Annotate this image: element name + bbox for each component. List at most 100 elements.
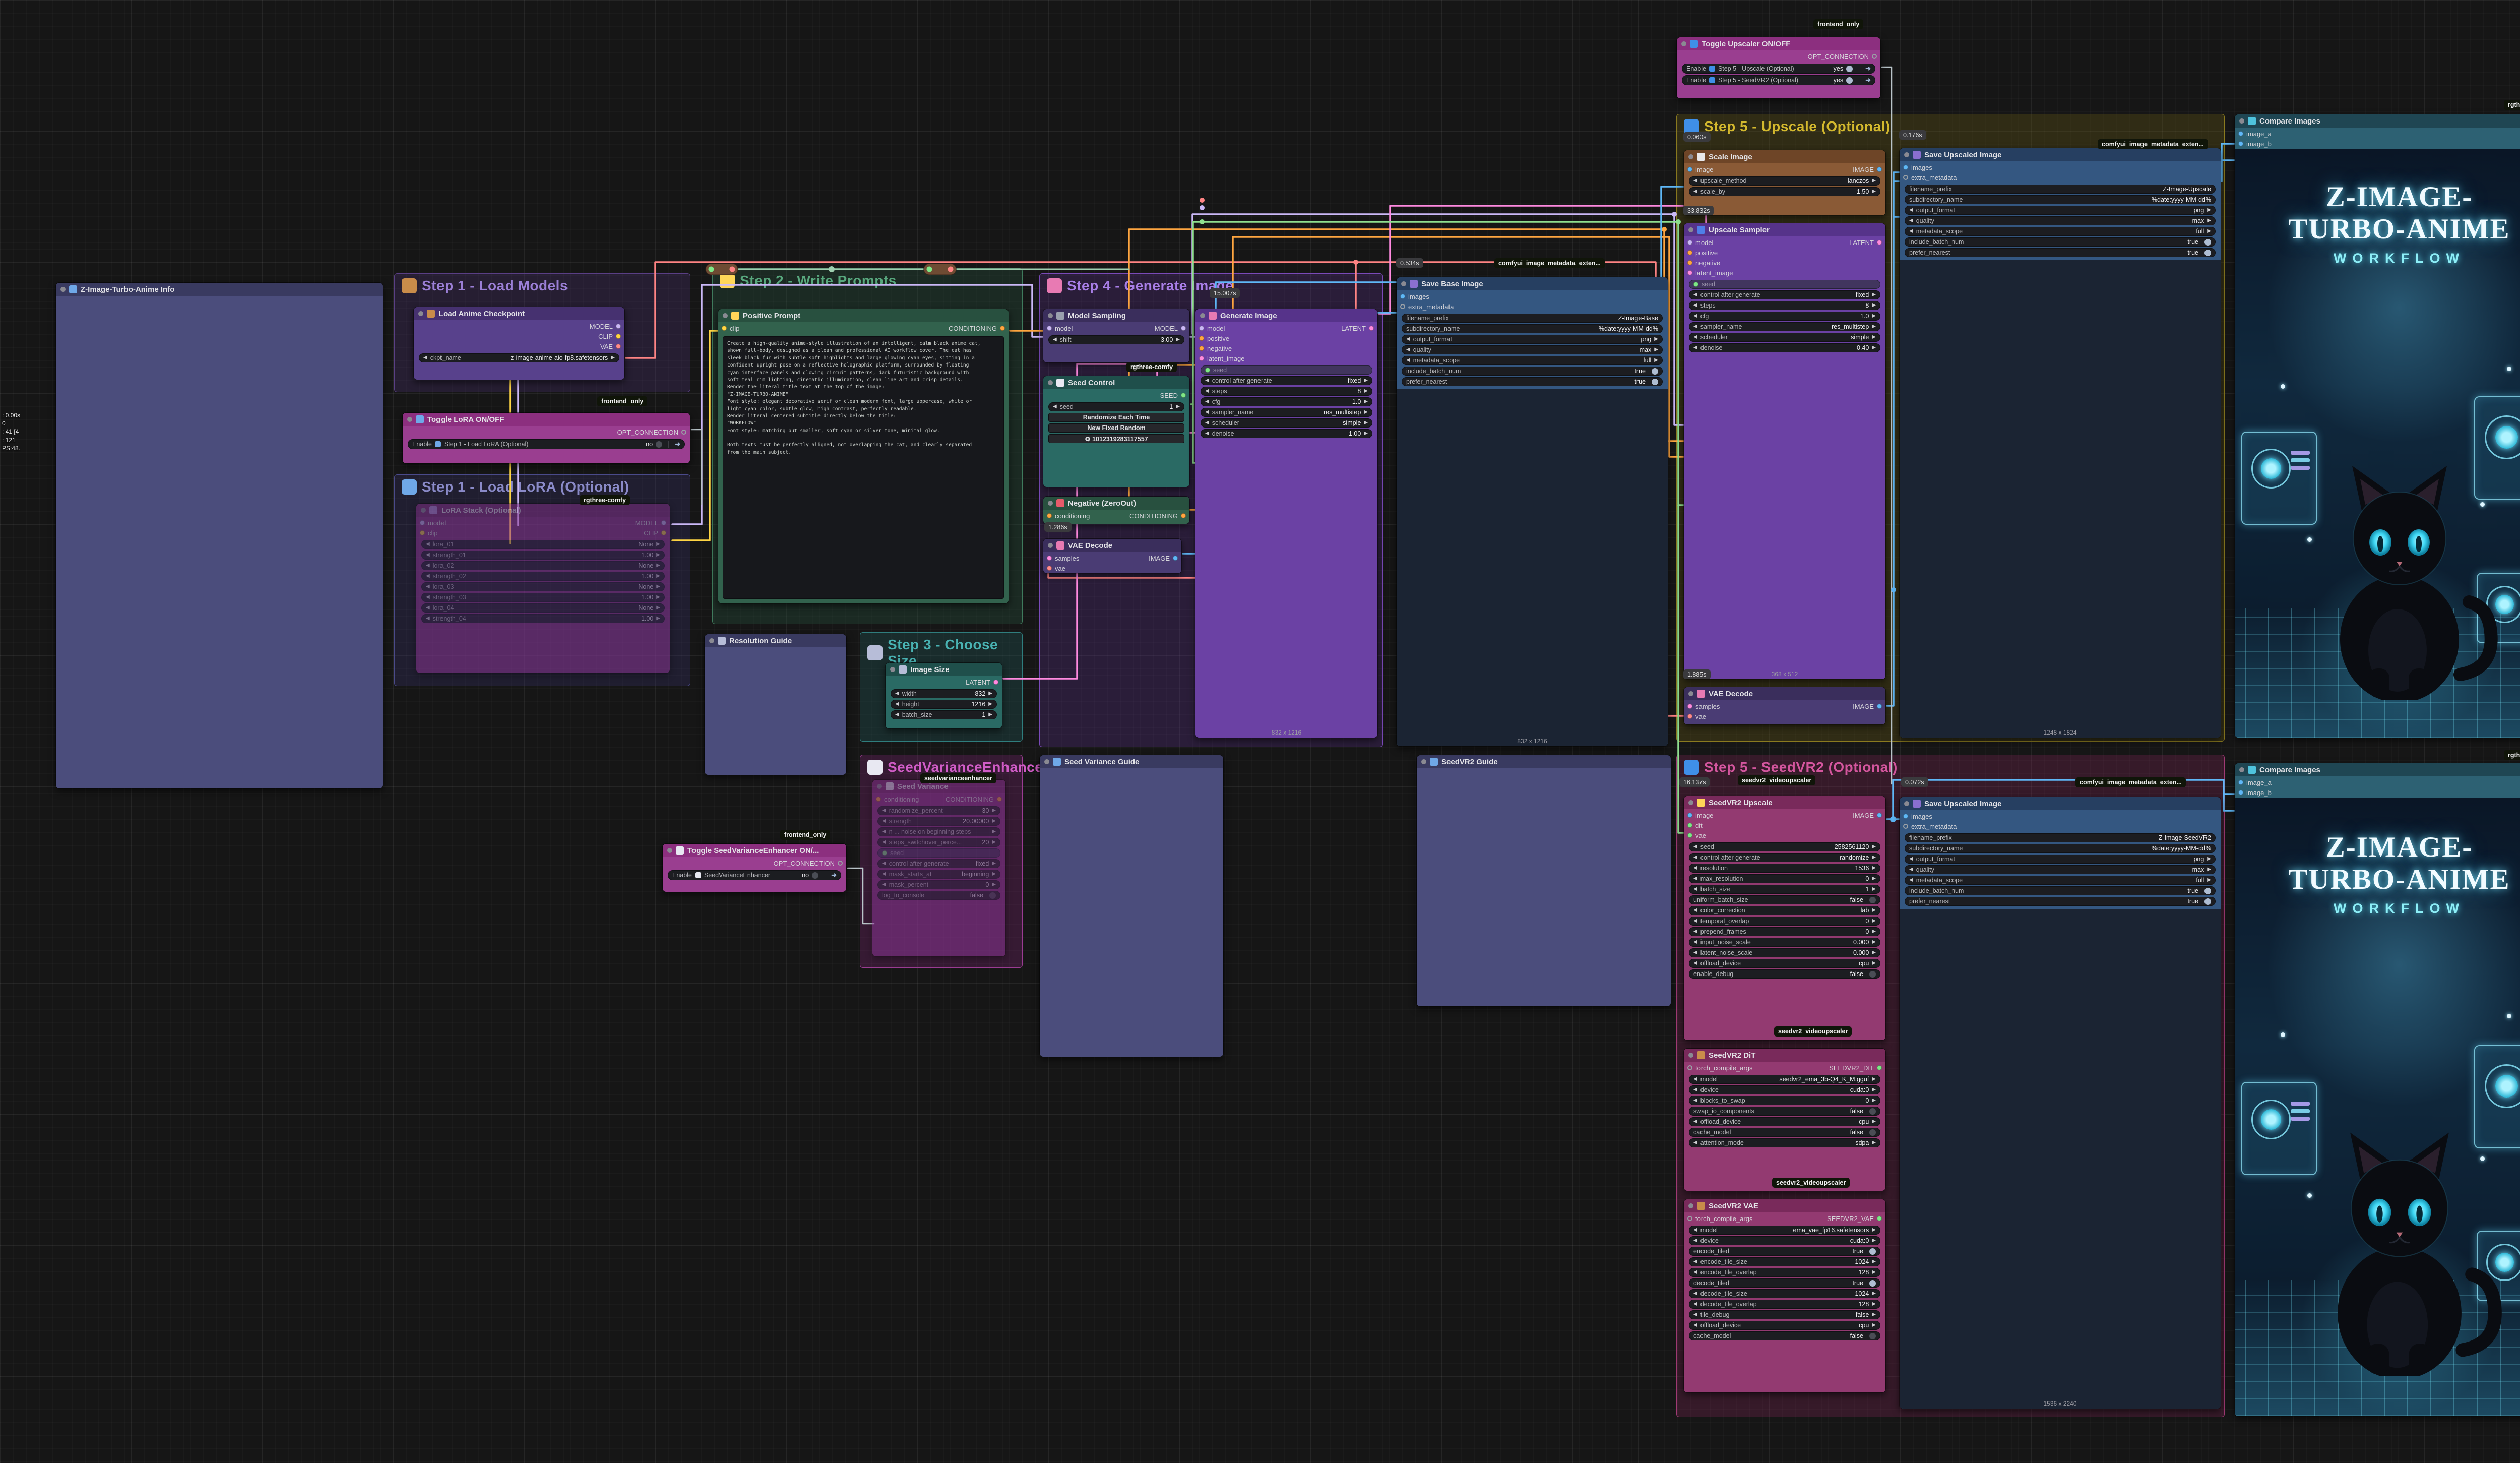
toggle-dot[interactable] [1846,77,1853,84]
increment-arrow[interactable]: ▶ [2207,867,2211,872]
decrement-arrow[interactable]: ◀ [1693,345,1697,350]
port-dot[interactable] [1693,282,1698,287]
node-toggle-upscaler[interactable]: Toggle Upscaler ON/OFFOPT_CONNECTIONEnab… [1676,37,1881,99]
port-dot[interactable] [1181,513,1186,518]
output-port-conditioning[interactable]: CONDITIONING [949,325,1005,332]
increment-arrow[interactable]: ▶ [1872,292,1876,297]
collapse-dot[interactable] [1904,152,1909,157]
port-dot[interactable] [1400,304,1405,309]
port-dot[interactable] [1687,240,1692,245]
node-lora-stack[interactable]: LoRA Stack (Optional)modelMODELclipCLIP◀… [416,503,670,674]
increment-arrow[interactable]: ▶ [1872,178,1876,184]
widget-seed[interactable]: ◀seed-1▶ [1048,402,1184,411]
widget-mask-percent[interactable]: ◀mask_percent0▶ [877,880,1000,889]
input-port-model[interactable]: model [1687,239,1713,247]
port-dot[interactable] [1687,813,1692,818]
widget-steps[interactable]: ◀steps8▶ [1201,387,1372,396]
collapse-dot[interactable] [60,287,66,292]
node-compare-images-bottom[interactable]: Compare Imagesimage_aimage_b Z-IMAGE- TU… [2234,763,2520,1417]
decrement-arrow[interactable]: ◀ [1693,940,1697,945]
input-port-vae[interactable]: vae [1047,565,1065,572]
increment-arrow[interactable]: ▶ [1872,345,1876,350]
widget-control-after-generate[interactable]: ◀control after generatefixed▶ [1689,290,1880,299]
decrement-arrow[interactable]: ◀ [1693,950,1697,955]
toggle-dot[interactable] [2204,888,2211,894]
widget-denoise[interactable]: ◀denoise0.40▶ [1689,343,1880,352]
widget-resolution[interactable]: ◀resolution1536▶ [1689,864,1880,873]
node-seedvr2-dit[interactable]: SeedVR2 DiTtorch_compile_argsSEEDVR2_DIT… [1683,1048,1886,1191]
jump-to-group-arrow[interactable]: ➜ [675,440,680,448]
input-port-images[interactable]: images [1903,164,1932,171]
increment-arrow[interactable]: ▶ [1872,1323,1876,1328]
output-port-seed[interactable]: SEED [1160,392,1186,399]
widget-attention-mode[interactable]: ◀attention_modesdpa▶ [1689,1138,1880,1147]
collapse-dot[interactable] [1904,801,1909,806]
port-dot[interactable] [1903,165,1908,170]
decrement-arrow[interactable]: ◀ [1693,1228,1697,1233]
decrement-arrow[interactable]: ◀ [1909,857,1913,862]
jump-to-group-arrow[interactable]: ➜ [831,871,837,879]
node-model-sampling[interactable]: Model SamplingmodelMODEL◀shift3.00▶ [1043,309,1190,363]
input-port-image-a[interactable]: image_a [2238,130,2272,138]
widget-seed[interactable]: ◀seed2582561120▶ [1689,842,1880,851]
widget-model[interactable]: ◀modelema_vae_fp16.safetensors▶ [1689,1226,1880,1235]
toggle-dot[interactable] [1869,1333,1876,1339]
port-dot[interactable] [2238,790,2243,795]
decrement-arrow[interactable]: ◀ [426,595,430,600]
increment-arrow[interactable]: ▶ [656,574,660,579]
decrement-arrow[interactable]: ◀ [1693,1270,1697,1275]
output-port-latent[interactable]: LATENT [966,679,998,686]
widget-prepend-frames[interactable]: ◀prepend_frames0▶ [1689,927,1880,936]
widget-decode-tile-overlap[interactable]: ◀decode_tile_overlap128▶ [1689,1300,1880,1309]
node-positive-prompt[interactable]: Positive PromptclipCONDITIONINGCreate a … [718,309,1009,604]
input-port-torch-compile-args[interactable]: torch_compile_args [1687,1215,1752,1223]
increment-arrow[interactable]: ▶ [2207,857,2211,862]
decrement-arrow[interactable]: ◀ [426,584,430,589]
output-port-conditioning[interactable]: CONDITIONING [946,796,1002,803]
input-port-model[interactable]: model [420,519,446,527]
decrement-arrow[interactable]: ◀ [895,691,899,696]
collapse-dot[interactable] [890,667,895,672]
widget-encode-tile-size[interactable]: ◀encode_tile_size1024▶ [1689,1257,1880,1266]
node-seedvr2-upscale[interactable]: SeedVR2 UpscaleimageIMAGEditvae◀seed2582… [1683,796,1886,1041]
widget-ckpt-name[interactable]: ◀ckpt_namez-image-anime-aio-fp8.safetens… [419,353,619,362]
widget-latent-noise-scale[interactable]: ◀latent_noise_scale0.000▶ [1689,948,1880,957]
widget-lora-01[interactable]: ◀lora_01None▶ [421,540,665,549]
increment-arrow[interactable]: ▶ [1364,399,1368,404]
increment-arrow[interactable]: ▶ [1872,189,1876,194]
increment-arrow[interactable]: ▶ [1872,929,1876,934]
port-dot[interactable] [1687,1065,1692,1070]
widget-temporal-overlap[interactable]: ◀temporal_overlap0▶ [1689,917,1880,926]
node-header[interactable]: Image Size [886,663,1002,676]
decrement-arrow[interactable]: ◀ [882,808,886,813]
decrement-arrow[interactable]: ◀ [1693,1087,1697,1092]
toggle-dot[interactable] [2204,898,2211,905]
node-vae-decode[interactable]: VAE DecodesamplesIMAGEvae [1043,538,1182,574]
increment-arrow[interactable]: ▶ [1872,844,1876,849]
widget-randomize-each-time[interactable]: Randomize Each Time [1048,413,1184,422]
collapse-dot[interactable] [1048,501,1053,506]
decrement-arrow[interactable]: ◀ [1693,292,1697,297]
decrement-arrow[interactable]: ◀ [1693,303,1697,308]
widget-tile-debug[interactable]: ◀tile_debugfalse▶ [1689,1310,1880,1319]
port-dot[interactable] [420,520,425,525]
input-port-extra-metadata[interactable]: extra_metadata [1903,823,1957,830]
port-dot[interactable] [1173,556,1178,561]
note-info[interactable]: Z-Image-Turbo-Anime Info [55,282,383,789]
widget-seed[interactable]: seed [877,848,1000,858]
decrement-arrow[interactable]: ◀ [426,553,430,558]
decrement-arrow[interactable]: ◀ [1205,378,1209,383]
decrement-arrow[interactable]: ◀ [1053,404,1057,409]
node-header[interactable]: Toggle Upscaler ON/OFF [1677,37,1880,50]
node-seed-control[interactable]: Seed ControlSEED◀seed-1▶Randomize Each T… [1043,376,1190,487]
decrement-arrow[interactable]: ◀ [426,574,430,579]
toggle-dot[interactable] [1869,1108,1876,1115]
widget-steps[interactable]: ◀steps8▶ [1689,301,1880,310]
widget-1012319283117557[interactable]: ♻ 1012319283117557 [1048,434,1184,443]
increment-arrow[interactable]: ▶ [656,553,660,558]
port-dot[interactable] [1687,714,1692,719]
port-dot[interactable] [1877,167,1882,172]
increment-arrow[interactable]: ▶ [992,861,996,866]
decrement-arrow[interactable]: ◀ [882,872,886,877]
increment-arrow[interactable]: ▶ [992,829,996,834]
